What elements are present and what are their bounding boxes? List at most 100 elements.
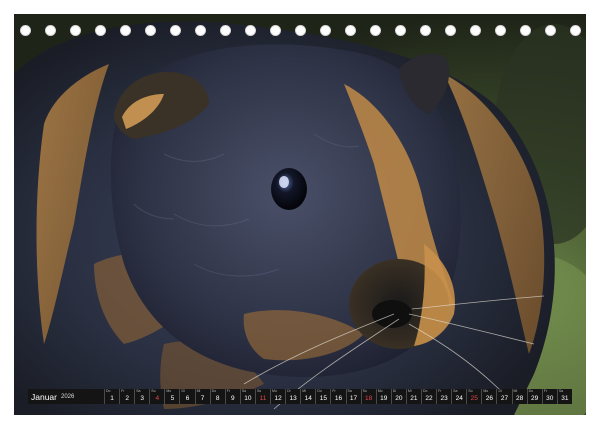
day-number: 9 (230, 395, 235, 402)
day-number: 11 (259, 395, 267, 402)
day-number: 28 (515, 395, 524, 402)
day-of-week: So (468, 389, 473, 393)
binding-hole (419, 25, 431, 36)
binding-hole (344, 25, 356, 36)
binding-hole (394, 25, 406, 36)
day-number: 10 (244, 395, 252, 402)
day-cell: So 18 (360, 389, 376, 404)
day-cell: Di 27 (496, 389, 511, 404)
binding-hole (494, 25, 506, 36)
day-number: 21 (410, 395, 418, 402)
day-of-week: Do (317, 389, 322, 393)
binding-hole (269, 25, 281, 36)
day-cell: Mo 5 (164, 389, 179, 404)
day-cell: So 25 (466, 389, 481, 404)
day-of-week: Fr (121, 389, 125, 393)
binding-hole (219, 25, 231, 36)
day-cell: Sa 10 (239, 389, 255, 404)
day-number: 27 (500, 395, 509, 402)
day-of-week: Fr (438, 389, 442, 393)
day-of-week: Do (211, 389, 217, 393)
day-number: 26 (485, 395, 493, 402)
day-of-week: So (151, 389, 156, 393)
day-of-week: Mi (196, 389, 201, 393)
day-of-week: Mo (483, 389, 489, 393)
day-cell: Mo 26 (481, 389, 496, 404)
day-cell: Di 6 (179, 389, 194, 404)
calendar-page: Januar 2026 Do 1 Fr 2 Sa 3 So 4 Mo 5 Di 6 Mi 7 Do 8 Fr 9 S… (0, 0, 600, 431)
binding-hole (469, 25, 481, 36)
binding-hole (119, 25, 131, 36)
day-of-week: Fr (543, 389, 548, 393)
binding-hole (444, 25, 456, 36)
day-of-week: Di (392, 389, 397, 393)
day-number: 22 (425, 395, 433, 402)
day-cell: Sa 24 (451, 389, 466, 404)
day-of-week: Di (287, 389, 291, 393)
day-number: 13 (289, 395, 297, 402)
binding-hole (144, 25, 156, 36)
day-number: 23 (440, 395, 448, 402)
guinea-pig-illustration (14, 14, 586, 415)
day-cell: Do 22 (420, 389, 436, 404)
binding-hole (369, 25, 381, 36)
day-of-week: Fr (332, 389, 336, 393)
day-number: 20 (395, 395, 403, 402)
binding-hole (294, 25, 306, 36)
day-of-week: Sa (136, 389, 141, 393)
binding-hole (319, 25, 331, 36)
day-number: 29 (531, 395, 539, 402)
day-cell: Do 1 (104, 389, 119, 404)
day-cell: Fr 23 (436, 389, 451, 404)
day-number: 18 (365, 395, 373, 402)
day-of-week: Sa (558, 389, 564, 393)
day-of-week: Di (498, 389, 502, 393)
day-cell: Di 13 (285, 389, 300, 404)
day-number: 31 (561, 395, 569, 402)
day-number: 17 (349, 395, 358, 402)
day-number: 5 (170, 395, 175, 402)
day-of-week: Mo (272, 389, 277, 393)
day-cell: Di 20 (390, 389, 406, 404)
day-of-week: Mo (166, 389, 172, 393)
year: 2026 (61, 393, 75, 400)
binding-holes (0, 25, 600, 39)
day-of-week: Sa (347, 389, 352, 393)
day-cell: Mi 28 (511, 389, 527, 404)
binding-hole (169, 25, 181, 36)
day-number: 4 (155, 395, 160, 402)
binding-hole (519, 25, 531, 36)
day-cell: Fr 30 (541, 389, 557, 404)
binding-hole (44, 25, 56, 36)
day-cell: Sa 17 (345, 389, 361, 404)
guinea-pig-photo (14, 14, 586, 415)
day-cell: Fr 9 (224, 389, 240, 404)
day-of-week: So (362, 389, 367, 393)
day-number: 6 (185, 395, 190, 402)
day-cell: Mo 12 (270, 389, 285, 404)
day-number: 19 (380, 395, 388, 402)
day-of-week: Mi (302, 389, 306, 393)
day-cell: Fr 2 (119, 389, 134, 404)
day-number: 7 (200, 395, 205, 402)
day-number: 3 (140, 395, 145, 402)
day-cell: Do 15 (315, 389, 330, 404)
day-of-week: Mo (377, 389, 383, 393)
day-cell: Mi 7 (194, 389, 210, 404)
binding-hole (244, 25, 256, 36)
day-number: 14 (304, 395, 312, 402)
binding-hole (194, 25, 206, 36)
day-cells: Do 1 Fr 2 Sa 3 So 4 Mo 5 Di 6 Mi 7 Do 8 Fr 9 Sa 10 So 11 Mo 12 D… (104, 389, 572, 404)
day-cell: Mi 21 (405, 389, 421, 404)
day-number: 24 (455, 395, 463, 402)
day-number: 16 (334, 395, 343, 402)
binding-hole (544, 25, 556, 36)
day-cell: So 4 (149, 389, 164, 404)
binding-hole (19, 25, 31, 36)
binding-hole (69, 25, 81, 36)
day-of-week: Do (106, 389, 111, 393)
day-number: 2 (125, 395, 129, 402)
day-cell: Sa 3 (134, 389, 149, 404)
day-number: 1 (110, 395, 114, 402)
day-of-week: Mi (407, 389, 412, 393)
